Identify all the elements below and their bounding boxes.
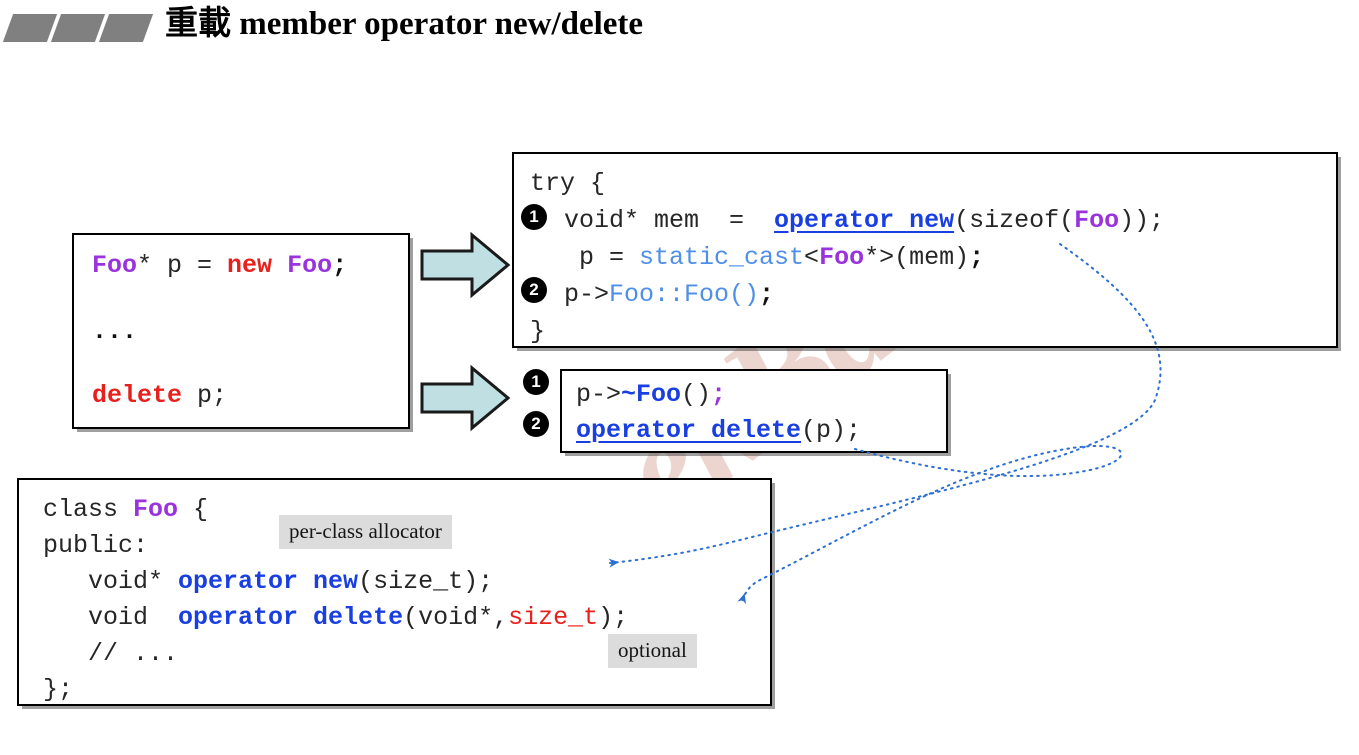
class-line-3: void* operator new(size_t); xyxy=(43,564,770,600)
operator-delete-call: operator delete xyxy=(576,416,802,445)
member-new-return-type: void* xyxy=(43,567,179,596)
dtor-parens: () xyxy=(681,380,712,409)
source-line-1: Foo* p = new Foo; xyxy=(92,249,408,283)
sizeof-open: (sizeof( xyxy=(954,206,1075,235)
cast-argument: (mem) xyxy=(894,243,970,272)
member-delete-return-type: void xyxy=(43,603,179,632)
comment-ellipsis: // ... xyxy=(43,639,179,668)
page-title: 重載 member operator new/delete xyxy=(165,1,643,47)
semicolon: ; xyxy=(332,251,348,280)
p-arrow-del: p-> xyxy=(576,380,622,409)
parallelogram-mark-1 xyxy=(2,14,58,42)
p-assign: p = xyxy=(564,243,640,272)
member-operator-delete: operator delete xyxy=(178,603,404,632)
parallelogram-mark-2 xyxy=(50,14,106,42)
parallelogram-mark-3 xyxy=(98,14,154,42)
class-keyword: class xyxy=(43,495,134,524)
delete-operand: p; xyxy=(182,381,228,410)
sizeof-close: )); xyxy=(1119,206,1165,235)
page-title-en: member operator new/delete xyxy=(231,6,644,42)
type-foo-cast: Foo xyxy=(819,243,865,272)
class-foo-box: class Foo { public: void* operator new(s… xyxy=(17,478,772,706)
class-line-6: }; xyxy=(43,672,770,708)
operator-new-call: operator new xyxy=(774,206,955,235)
constructor-call: Foo::Foo() xyxy=(609,280,760,309)
access-specifier-public: public: xyxy=(43,531,149,560)
member-operator-new: operator new xyxy=(178,567,359,596)
del-line-1: p->~Foo(); xyxy=(576,377,946,413)
keyword-delete: delete xyxy=(92,381,183,410)
callout-per-class-allocator: per-class allocator xyxy=(279,515,452,549)
class-name-foo: Foo xyxy=(133,495,179,524)
semicolon-cast: ; xyxy=(969,243,985,272)
try-line-5: } xyxy=(530,313,1336,350)
mem-decl: void* mem = xyxy=(564,206,775,235)
member-delete-optional-param: size_t xyxy=(508,603,599,632)
type-foo: Foo xyxy=(92,251,138,280)
callout-optional: optional xyxy=(608,634,697,668)
member-new-params: (size_t); xyxy=(358,567,494,596)
static-cast-keyword: static_cast xyxy=(639,243,805,272)
block-arrow-to-delete-expansion xyxy=(420,364,511,432)
try-open: try { xyxy=(530,169,606,198)
step-badge-1-delete: 1 xyxy=(523,369,549,395)
semicolon-dtor: ; xyxy=(711,380,727,409)
try-line-3: p = static_cast<Foo*>(mem); xyxy=(530,239,1336,276)
angle-open: < xyxy=(804,243,820,272)
class-line-4: void operator delete(void*,size_t); xyxy=(43,600,770,636)
page-title-cjk: 重載 xyxy=(165,6,231,42)
type-foo-sizeof: Foo xyxy=(1074,206,1120,235)
connector-operator-delete xyxy=(737,445,1123,605)
ellipsis: ... xyxy=(92,317,138,346)
delete-expansion-box: p->~Foo(); operator delete(p); xyxy=(560,369,948,453)
destructor-call: ~Foo xyxy=(621,380,682,409)
source-code-box: Foo* p = new Foo; ... delete p; xyxy=(72,233,410,429)
type-foo-2: Foo xyxy=(287,251,333,280)
member-delete-params-2: ); xyxy=(598,603,629,632)
class-brace-open: { xyxy=(178,495,209,524)
step-badge-1-new: 1 xyxy=(521,204,547,230)
delete-argument: (p); xyxy=(801,416,862,445)
source-line-2: ... xyxy=(92,315,408,349)
step-badge-2-new: 2 xyxy=(521,277,547,303)
class-brace-close: }; xyxy=(43,675,74,704)
semicolon-ctor: ; xyxy=(759,280,775,309)
title-decoration-marks xyxy=(2,14,154,42)
try-line-1: try { xyxy=(530,165,1336,202)
try-line-2: void* mem = operator new(sizeof(Foo)); xyxy=(530,202,1336,239)
ptr-decl: * p = xyxy=(137,251,228,280)
block-arrow-to-new-expansion xyxy=(420,231,511,299)
source-line-3: delete p; xyxy=(92,379,408,413)
new-expansion-box: try { void* mem = operator new(sizeof(Fo… xyxy=(512,152,1338,348)
step-badge-2-delete: 2 xyxy=(523,411,549,437)
angle-close: *> xyxy=(864,243,895,272)
del-line-2: operator delete(p); xyxy=(576,413,946,449)
try-line-4: p->Foo::Foo(); xyxy=(530,276,1336,313)
try-close: } xyxy=(530,317,546,346)
slide-title-bar: 重載 member operator new/delete xyxy=(0,0,1359,62)
keyword-new: new xyxy=(227,251,273,280)
member-delete-params-1: (void*, xyxy=(403,603,509,632)
